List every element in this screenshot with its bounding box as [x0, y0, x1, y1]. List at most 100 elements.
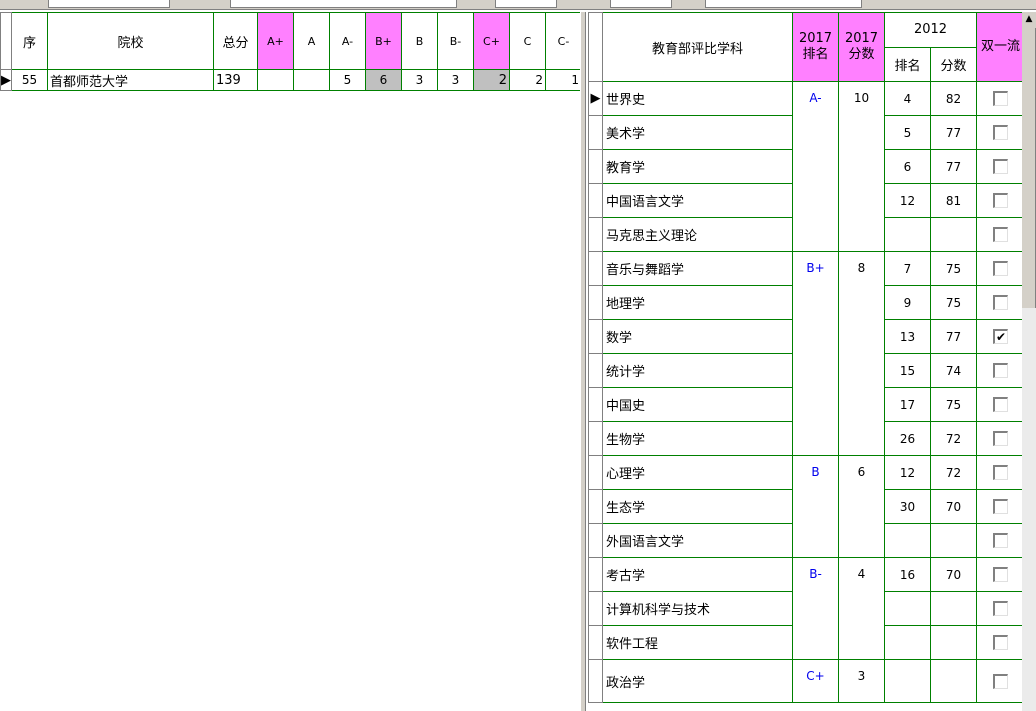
table-row[interactable]: ▶ 55 首都师范大学 139 5 6 3 3 2 2 1	[0, 69, 582, 91]
cell-rank-2012[interactable]: 12	[884, 455, 931, 490]
cell-rank-2012[interactable]	[884, 523, 931, 558]
checkbox[interactable]	[993, 533, 1008, 548]
double-first-checkbox[interactable]	[976, 353, 1025, 388]
cell-grade-2017[interactable]: B-	[792, 557, 839, 660]
checkbox[interactable]	[993, 567, 1008, 582]
header-score-2012[interactable]: 分数	[930, 46, 977, 82]
cell-subject[interactable]: 世界史	[602, 81, 793, 116]
cell-total[interactable]: 139	[213, 69, 258, 91]
cell-grade-2017[interactable]: B	[792, 455, 839, 558]
cell-c-plus[interactable]: 2	[473, 69, 510, 91]
cell-c-minus[interactable]: 1	[545, 69, 582, 91]
cell-rank-2012[interactable]: 5	[884, 115, 931, 150]
header-a[interactable]: A	[293, 12, 330, 70]
cell-grade-2017[interactable]: C+	[792, 659, 839, 703]
scrollbar-track[interactable]	[1022, 308, 1036, 711]
cell-subject[interactable]: 生物学	[602, 421, 793, 456]
header-seq[interactable]: 序	[11, 12, 48, 70]
checkbox[interactable]	[993, 159, 1008, 174]
cell-subject[interactable]: 软件工程	[602, 625, 793, 660]
cell-b[interactable]: 3	[401, 69, 438, 91]
double-first-checkbox[interactable]	[976, 455, 1025, 490]
double-first-checkbox[interactable]	[976, 81, 1025, 116]
cell-score-2012[interactable]: 81	[930, 183, 977, 218]
cell-grade-2017[interactable]: A-	[792, 81, 839, 252]
cell-subject[interactable]: 马克思主义理论	[602, 217, 793, 252]
header-subject[interactable]: 教育部评比学科	[602, 12, 793, 82]
double-first-checkbox[interactable]	[976, 183, 1025, 218]
cell-rank-2012[interactable]	[884, 659, 931, 703]
cell-score-2012[interactable]: 70	[930, 489, 977, 524]
cell-rank-2012[interactable]: 4	[884, 81, 931, 116]
cell-subject[interactable]: 教育学	[602, 149, 793, 184]
checkbox[interactable]	[993, 363, 1008, 378]
cell-score-2017[interactable]: 6	[838, 455, 885, 558]
toolbar-field[interactable]	[230, 0, 457, 8]
cell-rank-2012[interactable]: 13	[884, 319, 931, 354]
header-a-minus[interactable]: A-	[329, 12, 366, 70]
cell-subject[interactable]: 外国语言文学	[602, 523, 793, 558]
vertical-scrollbar[interactable]: ▲	[1022, 12, 1036, 711]
header-c-minus[interactable]: C-	[545, 12, 582, 70]
double-first-checkbox[interactable]	[976, 251, 1025, 286]
checkbox[interactable]	[993, 193, 1008, 208]
cell-rank-2012[interactable]: 15	[884, 353, 931, 388]
double-first-checkbox[interactable]	[976, 217, 1025, 252]
cell-a-minus[interactable]: 5	[329, 69, 366, 91]
double-first-checkbox[interactable]	[976, 557, 1025, 592]
checkbox[interactable]	[993, 601, 1008, 616]
cell-score-2017[interactable]: 8	[838, 251, 885, 456]
double-first-checkbox[interactable]	[976, 421, 1025, 456]
cell-subject[interactable]: 政治学	[602, 659, 793, 703]
table-row[interactable]: 考古学 B- 4 16 70	[588, 557, 1025, 660]
cell-subject[interactable]: 数学	[602, 319, 793, 354]
double-first-checkbox[interactable]	[976, 149, 1025, 184]
cell-rank-2012[interactable]	[884, 217, 931, 252]
header-b-minus[interactable]: B-	[437, 12, 474, 70]
checkbox[interactable]	[993, 397, 1008, 412]
cell-a-plus[interactable]	[257, 69, 294, 91]
table-row[interactable]: 音乐与舞蹈学 B+ 8 7 75	[588, 251, 1025, 456]
pane-splitter[interactable]	[580, 12, 586, 711]
checkbox[interactable]	[993, 261, 1008, 276]
checkbox[interactable]	[993, 295, 1008, 310]
double-first-checkbox[interactable]: ✔	[976, 319, 1025, 354]
arrow-up-icon[interactable]: ▲	[1022, 12, 1036, 26]
header-a-plus[interactable]: A+	[257, 12, 294, 70]
cell-rank-2012[interactable]: 7	[884, 251, 931, 286]
header-total[interactable]: 总分	[213, 12, 258, 70]
table-row[interactable]: 心理学 B 6 12 72	[588, 455, 1025, 558]
cell-rank-2012[interactable]: 26	[884, 421, 931, 456]
checkbox[interactable]	[993, 431, 1008, 446]
cell-rank-2012[interactable]	[884, 591, 931, 626]
toolbar-field[interactable]	[705, 0, 862, 8]
cell-subject[interactable]: 中国史	[602, 387, 793, 422]
checkbox[interactable]	[993, 635, 1008, 650]
cell-rank-2012[interactable]: 17	[884, 387, 931, 422]
scrollbar-thumb[interactable]	[1022, 28, 1036, 308]
cell-score-2012[interactable]: 70	[930, 557, 977, 592]
cell-rank-2012[interactable]: 16	[884, 557, 931, 592]
double-first-checkbox[interactable]	[976, 659, 1025, 703]
cell-score-2012[interactable]: 77	[930, 149, 977, 184]
checkbox[interactable]	[993, 499, 1008, 514]
cell-subject[interactable]: 统计学	[602, 353, 793, 388]
cell-score-2012[interactable]: 75	[930, 387, 977, 422]
checkbox[interactable]	[993, 227, 1008, 242]
double-first-checkbox[interactable]	[976, 285, 1025, 320]
cell-score-2012[interactable]	[930, 659, 977, 703]
header-rank-2012[interactable]: 排名	[884, 46, 931, 82]
header-score-2017[interactable]: 2017分数	[838, 12, 885, 82]
header-double-first[interactable]: 双一流	[976, 12, 1025, 82]
cell-rank-2012[interactable]	[884, 625, 931, 660]
cell-score-2012[interactable]: 74	[930, 353, 977, 388]
header-b-plus[interactable]: B+	[365, 12, 402, 70]
cell-subject[interactable]: 地理学	[602, 285, 793, 320]
cell-school[interactable]: 首都师范大学	[47, 69, 214, 91]
table-row[interactable]: ▶ 世界史 A- 10 4 82	[588, 81, 1025, 252]
cell-subject[interactable]: 计算机科学与技术	[602, 591, 793, 626]
cell-subject[interactable]: 生态学	[602, 489, 793, 524]
cell-score-2012[interactable]	[930, 217, 977, 252]
cell-score-2012[interactable]: 75	[930, 285, 977, 320]
cell-subject[interactable]: 心理学	[602, 455, 793, 490]
